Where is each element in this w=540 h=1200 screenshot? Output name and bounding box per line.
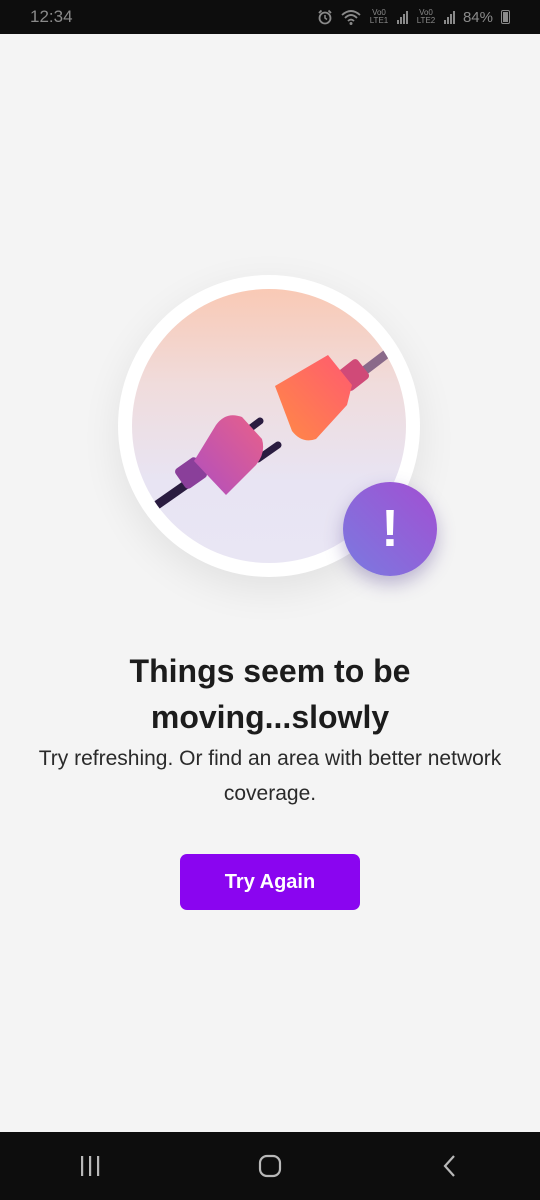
back-button[interactable]: [420, 1136, 480, 1196]
signal-icon: [443, 10, 455, 24]
try-again-button[interactable]: Try Again: [180, 854, 360, 910]
sim2-label: Vo0 LTE2: [416, 8, 436, 25]
wifi-icon: [341, 10, 361, 25]
page-subtitle: Try refreshing. Or find an area with bet…: [38, 747, 502, 805]
disconnected-plug-illustration: !: [118, 275, 443, 580]
sim1-label: Vo0 LTE1: [369, 8, 389, 25]
home-icon: [258, 1154, 282, 1178]
back-icon: [443, 1155, 455, 1177]
battery-icon: [501, 10, 510, 24]
right-plug: [275, 355, 370, 441]
signal-icon: [396, 10, 408, 24]
alarm-icon: [318, 9, 332, 25]
status-icons: Vo0 LTE1 Vo0 LTE2 84%: [317, 9, 510, 26]
page-title: Things seem to be moving...slowly: [129, 653, 411, 735]
left-plug: [175, 415, 264, 495]
status-bar: 12:34 Vo0 LTE1 Vo0 LTE2 84%: [0, 0, 540, 34]
battery-percent: 84%: [462, 8, 493, 26]
home-button[interactable]: [240, 1136, 300, 1196]
recent-apps-icon: [81, 1156, 100, 1176]
recent-apps-button[interactable]: [60, 1136, 120, 1196]
status-time: 12:34: [30, 7, 73, 26]
alert-badge: !: [343, 482, 437, 576]
system-nav-bar: [0, 1132, 540, 1200]
